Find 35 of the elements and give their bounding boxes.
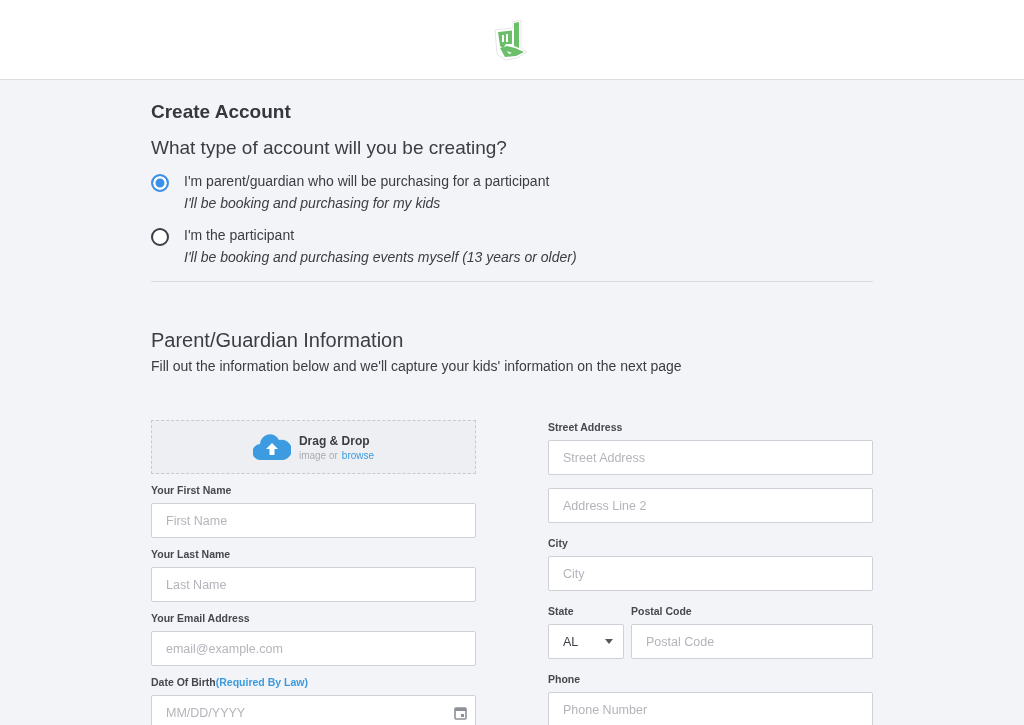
field-label: Date Of Birth (151, 676, 216, 688)
input-field[interactable]: email@example.com (151, 631, 476, 666)
section-subtitle: Fill out the information below and we'll capture your kids' information on the next page (151, 358, 683, 374)
field-label: Your Email Address (151, 612, 250, 624)
input-field[interactable]: First Name (151, 503, 476, 538)
radio-button[interactable] (151, 228, 169, 246)
image-drop-zone[interactable]: Drag & Drop image or browse (151, 420, 476, 474)
page-title: Create Account (151, 101, 292, 123)
input-field[interactable]: Address Line 2 (548, 488, 873, 523)
calendar-icon[interactable] (454, 706, 467, 720)
radio-button[interactable] (151, 174, 169, 192)
cloud-upload-icon (252, 434, 291, 460)
state-dropdown[interactable]: AL (548, 624, 624, 659)
option-label: I'm parent/guardian who will be purchasing for a participant (184, 173, 550, 189)
field-label: Your Last Name (151, 548, 231, 560)
input-field[interactable]: Last Name (151, 567, 476, 602)
option-label: I'm the participant (184, 227, 296, 243)
account-type-question: What type of account will you be creating? (151, 137, 508, 159)
field-label: State (548, 605, 574, 617)
input-field[interactable]: Street Address (548, 440, 873, 475)
date-field[interactable]: MM/DD/YYYY (151, 695, 476, 725)
field-label: Postal Code (631, 605, 692, 617)
field-label: City (548, 537, 568, 549)
field-label: Street Address (548, 421, 623, 433)
drop-title: Drag & Drop (298, 433, 371, 448)
field-label: Your First Name (151, 484, 232, 496)
option-description: I'll be booking and purchasing events myself (13 years or older) (184, 249, 577, 265)
input-field[interactable]: Postal Code (631, 624, 873, 659)
input-field[interactable]: Phone Number (548, 692, 873, 725)
drop-hint: image or (298, 449, 338, 461)
input-field[interactable]: City (548, 556, 873, 591)
caret-icon (605, 639, 613, 644)
field-label: Phone (548, 673, 581, 685)
section-title: Parent/Guardian Information (151, 329, 405, 352)
option-description: I'll be booking and purchasing for my kids (184, 195, 442, 211)
